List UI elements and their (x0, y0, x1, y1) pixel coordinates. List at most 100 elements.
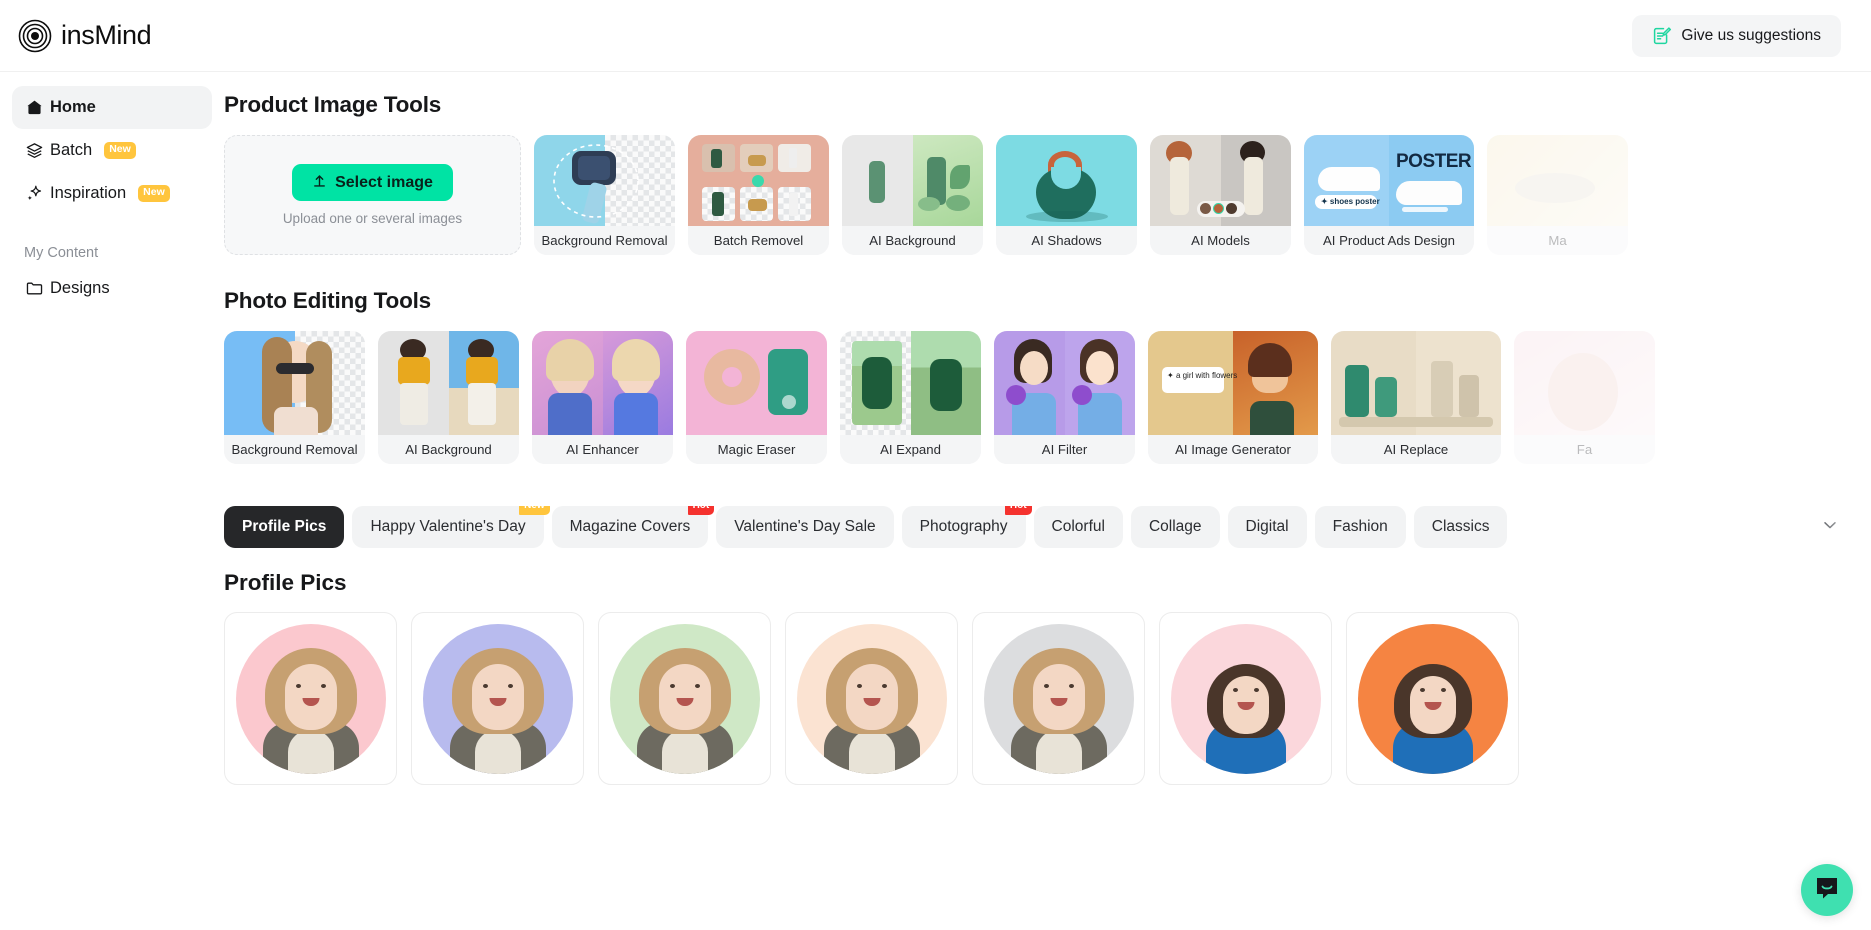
expand-tabs-button[interactable] (1813, 510, 1847, 544)
sidebar-item-batch[interactable]: Batch New (12, 129, 212, 172)
tool-thumb (1514, 331, 1655, 435)
profile-pic-card[interactable] (224, 612, 397, 785)
sidebar-item-home[interactable]: Home (12, 86, 212, 129)
sidebar-item-designs-label: Designs (50, 279, 110, 297)
sidebar-badge-batch: New (104, 142, 136, 159)
chevron-down-icon (1820, 515, 1840, 540)
sidebar-badge-inspiration: New (138, 185, 170, 202)
tab-badge-new: New (519, 506, 550, 515)
upload-arrow-icon (312, 173, 327, 193)
tab-valentines-day-sale[interactable]: Valentine's Day Sale (716, 506, 894, 548)
tool-thumb (534, 135, 675, 226)
profile-pics-gallery (224, 612, 1871, 785)
app-header: insMind Give us suggestions (0, 0, 1871, 72)
photo-tools-row: Background Removal AI Background AI Enha… (224, 331, 1871, 464)
main-content: Product Image Tools Select image Upload … (224, 72, 1871, 930)
tab-colorful[interactable]: Colorful (1033, 506, 1123, 548)
tool-card-background-removal[interactable]: Background Removal (534, 135, 675, 255)
tab-badge-hot: Hot (687, 506, 715, 515)
tool-card-ai-expand[interactable]: AI Expand (840, 331, 981, 464)
sidebar-section-label: My Content (24, 245, 99, 261)
tool-label: AI Replace (1331, 435, 1501, 464)
tab-label: Digital (1245, 518, 1289, 535)
avatar (609, 623, 760, 774)
avatar (235, 623, 386, 774)
tool-card-ai-replace[interactable]: AI Replace (1331, 331, 1501, 464)
tab-photography[interactable]: Photography Hot (901, 506, 1032, 548)
profile-pic-card[interactable] (1346, 612, 1519, 785)
tool-thumb (688, 135, 829, 226)
profile-pic-card[interactable] (785, 612, 958, 785)
tool-card-ai-models[interactable]: AI Models (1150, 135, 1291, 255)
tool-label: AI Background (842, 226, 983, 255)
tool-label: Fa (1514, 435, 1655, 464)
give-suggestions-button[interactable]: Give us suggestions (1632, 14, 1841, 57)
tab-label: Magazine Covers (569, 518, 691, 535)
tool-label: AI Enhancer (532, 435, 673, 464)
brand-logo[interactable]: insMind (14, 19, 152, 53)
tool-label: AI Filter (994, 435, 1135, 464)
tabs-scroll-container[interactable]: Profile Pics Happy Valentine's Day New M… (224, 506, 1799, 548)
avatar (1357, 623, 1508, 774)
tool-thumb (842, 135, 983, 226)
tab-collage[interactable]: Collage (1130, 506, 1220, 548)
avatar (422, 623, 573, 774)
profile-pic-card[interactable] (972, 612, 1145, 785)
tool-thumb (686, 331, 827, 435)
tool-thumb (1331, 331, 1501, 435)
tool-label: AI Product Ads Design (1304, 226, 1474, 255)
tool-label: AI Models (1150, 226, 1291, 255)
sidebar: Home Batch New Inspiration New My Conten… (0, 72, 224, 930)
tool-card-photo-ai-background[interactable]: AI Background (378, 331, 519, 464)
tool-card-ai-image-generator[interactable]: ✦ a girl with flowers AI Image Generator (1148, 331, 1318, 464)
tool-thumb (378, 331, 519, 435)
tab-label: Photography (919, 518, 1008, 535)
photo-section-title: Photo Editing Tools (224, 288, 431, 313)
tab-classics[interactable]: Classics (1413, 506, 1508, 548)
edit-note-icon (1652, 26, 1672, 46)
sparkle-icon (24, 183, 45, 204)
give-suggestions-label: Give us suggestions (1681, 26, 1821, 44)
tool-card-partial-photo[interactable]: Fa (1514, 331, 1655, 464)
tool-label: AI Expand (840, 435, 981, 464)
tab-happy-valentines-day[interactable]: Happy Valentine's Day New (352, 506, 550, 548)
tool-label: Batch Removel (688, 226, 829, 255)
tool-card-batch-removel[interactable]: Batch Removel (688, 135, 829, 255)
tool-card-partial[interactable]: Ma (1487, 135, 1628, 255)
brand-name: insMind (61, 20, 152, 50)
sidebar-item-home-label: Home (50, 98, 96, 116)
upload-dropzone[interactable]: Select image Upload one or several image… (224, 135, 521, 255)
tool-thumb: ✦ shoes poster POSTER (1304, 135, 1474, 226)
tool-thumb (224, 331, 365, 435)
profile-pic-card[interactable] (411, 612, 584, 785)
upload-hint: Upload one or several images (282, 211, 463, 226)
sidebar-item-inspiration[interactable]: Inspiration New (12, 172, 212, 215)
tab-magazine-covers[interactable]: Magazine Covers Hot (551, 506, 715, 548)
tab-fashion[interactable]: Fashion (1314, 506, 1406, 548)
concentric-circles-logo-icon (18, 19, 52, 53)
tool-card-ai-filter[interactable]: AI Filter (994, 331, 1135, 464)
tool-thumb (1487, 135, 1628, 226)
tool-card-magic-eraser[interactable]: Magic Eraser (686, 331, 827, 464)
tool-thumb (532, 331, 673, 435)
tool-thumb (840, 331, 981, 435)
tab-label: Colorful (1051, 518, 1105, 535)
tab-profile-pics[interactable]: Profile Pics (224, 506, 345, 548)
tab-label: Collage (1148, 518, 1202, 535)
profile-pic-card[interactable] (1159, 612, 1332, 785)
profile-pic-card[interactable] (598, 612, 771, 785)
tab-badge-hot: Hot (1004, 506, 1032, 515)
select-image-button[interactable]: Select image (292, 164, 453, 201)
tool-card-ai-product-ads-design[interactable]: ✦ shoes poster POSTER AI Product Ads Des… (1304, 135, 1474, 255)
folder-icon (24, 278, 45, 299)
tool-card-ai-shadows[interactable]: AI Shadows (996, 135, 1137, 255)
tool-label: AI Background (378, 435, 519, 464)
tool-card-ai-enhancer[interactable]: AI Enhancer (532, 331, 673, 464)
tool-label: AI Image Generator (1148, 435, 1318, 464)
tool-card-ai-background[interactable]: AI Background (842, 135, 983, 255)
tab-digital[interactable]: Digital (1227, 506, 1307, 548)
chat-widget-button[interactable] (1801, 864, 1853, 916)
sidebar-item-designs[interactable]: Designs (12, 267, 212, 310)
tool-card-photo-background-removal[interactable]: Background Removal (224, 331, 365, 464)
tab-label: Fashion (1332, 518, 1388, 535)
